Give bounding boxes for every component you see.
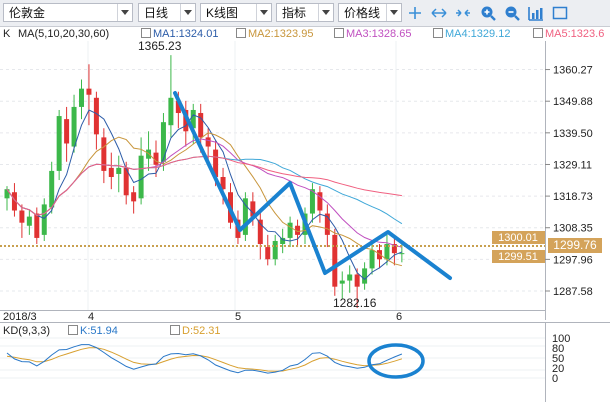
candle-body xyxy=(19,210,25,223)
checkbox-icon[interactable] xyxy=(533,28,543,38)
period-select[interactable]: 日线 xyxy=(138,3,196,22)
indicator-select[interactable]: 指标 xyxy=(276,3,334,22)
ask-price-label: 1299.51 xyxy=(498,251,538,263)
arrows-horizontal-icon[interactable] xyxy=(430,4,448,22)
ma5-toggle[interactable]: MA5:1323.6 xyxy=(533,28,604,40)
time-label-4: 4 xyxy=(88,311,94,321)
period-select-value: 日线 xyxy=(144,6,169,20)
current-price-label: 1300.01 xyxy=(498,232,538,244)
candle-body xyxy=(399,253,405,255)
candle-body xyxy=(242,198,248,235)
chevron-down-icon xyxy=(117,4,132,21)
candle-body xyxy=(339,280,345,284)
candle-body xyxy=(265,247,271,260)
ma5-value: MA5:1323.6 xyxy=(545,28,605,40)
candle-body xyxy=(369,250,375,269)
candle-body xyxy=(34,213,40,238)
candle-body xyxy=(41,204,47,235)
candle-body xyxy=(56,116,62,171)
price-tick-label: 1360.27 xyxy=(553,65,593,77)
checkbox-icon[interactable] xyxy=(236,28,246,38)
checkbox-icon[interactable] xyxy=(141,28,151,38)
ma-params: MA(5,10,20,30,60) xyxy=(18,28,110,40)
candle-body xyxy=(26,216,32,226)
low-annotation: 1282.16 xyxy=(333,296,377,310)
checkbox-icon[interactable] xyxy=(334,28,344,38)
chart-type-select-value: K线图 xyxy=(206,6,239,20)
ma4-value: MA4:1329.12 xyxy=(445,28,511,40)
ma-legend: K MA(5,10,20,30,60) MA1:1324.01 MA2:1323… xyxy=(0,27,610,41)
kd-tick-0: 0 xyxy=(552,373,558,385)
price-tick-label: 1349.88 xyxy=(553,96,593,108)
candle-body xyxy=(354,274,360,287)
ma2-value: MA2:1323.95 xyxy=(248,28,314,40)
ma3-value: MA3:1328.65 xyxy=(346,28,412,40)
candlestick-chart[interactable]: 1365.23 1282.16 1360.27 1349.88 1339.50 132… xyxy=(0,41,610,321)
symbol-select[interactable]: 伦敦金 xyxy=(3,3,133,22)
ma2-toggle[interactable]: MA2:1323.95 xyxy=(236,28,313,40)
price-tick-label: 1287.58 xyxy=(553,286,593,298)
high-annotation: 1365.23 xyxy=(138,41,182,53)
candle-body xyxy=(49,170,55,208)
crosshair-icon[interactable] xyxy=(406,4,424,22)
candle-body xyxy=(332,234,338,287)
k-label: K xyxy=(3,28,11,40)
candle-body xyxy=(86,88,92,95)
ma1-toggle[interactable]: MA1:1324.01 xyxy=(141,28,218,40)
candle-body xyxy=(205,137,211,147)
candle-body xyxy=(64,119,70,144)
price-tick-label: 1339.50 xyxy=(553,128,593,140)
ma4-toggle[interactable]: MA4:1329.12 xyxy=(433,28,510,40)
chevron-down-icon xyxy=(386,4,401,21)
candle-body xyxy=(362,268,368,284)
price-tick-label: 1329.11 xyxy=(553,159,592,171)
checkbox-icon[interactable] xyxy=(433,28,443,38)
ma5-line xyxy=(6,155,402,216)
candle-body xyxy=(131,192,137,202)
ma1-value: MA1:1324.01 xyxy=(153,28,219,40)
rectangle-icon[interactable] xyxy=(551,4,569,22)
ma3-toggle[interactable]: MA3:1328.65 xyxy=(334,28,411,40)
price-line-select-value: 价格线 xyxy=(344,6,381,20)
time-label-6: 6 xyxy=(396,311,402,321)
price-tick-label: 1308.35 xyxy=(553,223,593,235)
kd-d-line xyxy=(6,347,403,372)
candles xyxy=(4,55,405,308)
toolbar: 伦敦金 日线 K线图 指标 价格线 xyxy=(0,0,610,27)
candle-body xyxy=(4,189,10,199)
candle-body xyxy=(108,167,114,177)
chevron-down-icon xyxy=(256,4,271,21)
candle-body xyxy=(116,167,122,174)
candle-body xyxy=(71,106,77,147)
candle-body xyxy=(160,122,166,162)
zoom-in-icon[interactable] xyxy=(479,4,497,22)
chart-type-select[interactable]: K线图 xyxy=(200,3,272,22)
candle-body xyxy=(168,97,174,126)
chevron-down-icon xyxy=(180,4,195,21)
price-axis: 1360.27 1349.88 1339.50 1329.11 1318.73 1308.… xyxy=(545,65,593,298)
arrows-collapse-icon[interactable] xyxy=(454,4,472,22)
candle-body xyxy=(347,274,353,281)
candle-body xyxy=(93,97,99,135)
zoom-out-icon[interactable] xyxy=(503,4,521,22)
price-tick-label: 1318.73 xyxy=(553,191,593,203)
indicator-select-value: 指标 xyxy=(282,6,307,20)
time-label-2018-3: 2018/3 xyxy=(3,311,37,321)
chevron-down-icon xyxy=(318,4,333,21)
kd-indicator-chart[interactable]: 100 80 50 20 0 xyxy=(0,322,610,402)
candle-body xyxy=(287,222,293,238)
candle-body xyxy=(272,240,278,260)
time-label-5: 5 xyxy=(235,311,241,321)
candle-body xyxy=(101,137,107,171)
bid-price-label: 1299.76 xyxy=(553,238,597,252)
candle-body xyxy=(79,88,84,107)
price-line-select[interactable]: 价格线 xyxy=(338,3,402,22)
symbol-select-value: 伦敦金 xyxy=(9,6,46,20)
price-tick-label: 1297.96 xyxy=(553,254,593,266)
kd-k-line xyxy=(6,344,403,374)
grid-icon[interactable] xyxy=(527,4,545,22)
candle-body xyxy=(138,155,144,199)
candle-body xyxy=(280,237,286,245)
